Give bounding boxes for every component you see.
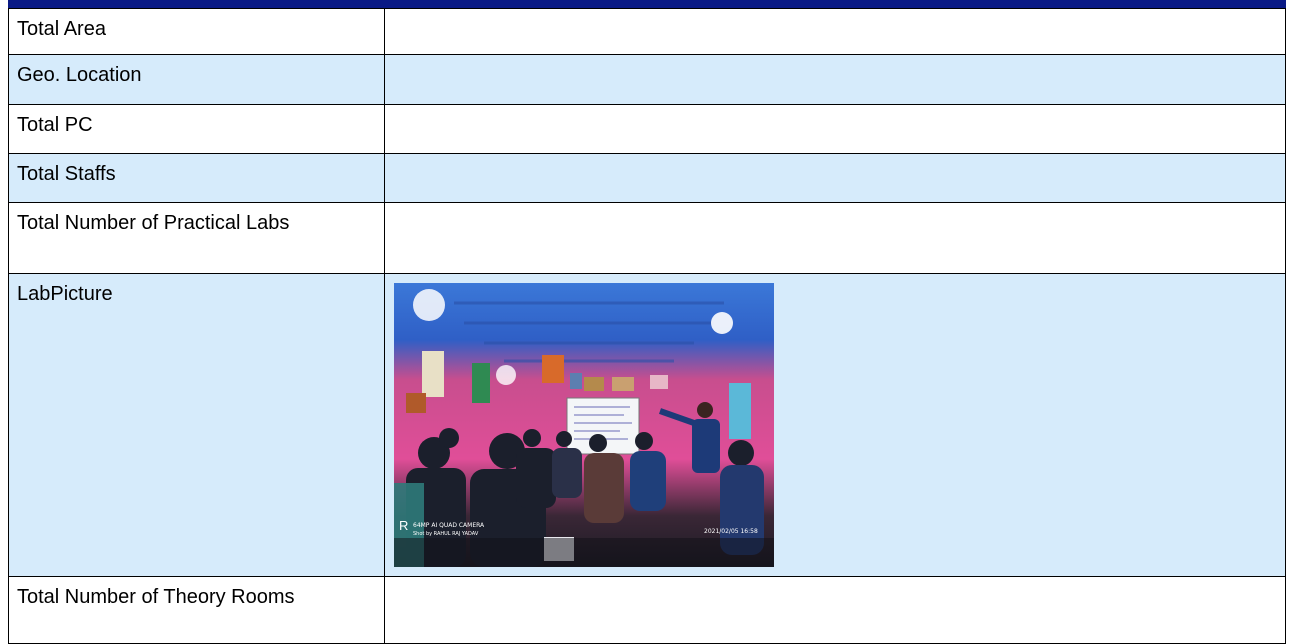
row-value-practical-labs bbox=[384, 202, 1286, 274]
row-label-total-staffs: Total Staffs bbox=[8, 153, 385, 203]
row-value-total-area bbox=[384, 8, 1286, 55]
photo-timestamp: 2021/02/05 16:58 bbox=[704, 528, 758, 535]
row-value-geo-location bbox=[384, 54, 1286, 105]
row-value-theory-rooms bbox=[384, 576, 1286, 644]
photo-watermark-line2: Shot by RAHUL RAJ YADAV bbox=[413, 531, 479, 537]
table-row: Total Number of Practical Labs bbox=[8, 202, 1286, 274]
info-table: Total Area Geo. Location Total PC Total … bbox=[8, 8, 1286, 644]
header-bar bbox=[8, 0, 1286, 8]
lab-photo: R 64MP AI QUAD CAMERA Shot by RAHUL RAJ … bbox=[394, 283, 774, 567]
row-label-lab-picture: LabPicture bbox=[8, 273, 385, 577]
table-row: Total Staffs bbox=[8, 153, 1286, 203]
row-label-theory-rooms: Total Number of Theory Rooms bbox=[8, 576, 385, 644]
row-value-total-pc bbox=[384, 104, 1286, 154]
table-row: Total PC bbox=[8, 104, 1286, 154]
table-row: LabPicture R 64MP AI QUAD CAMERA Shot by… bbox=[8, 273, 1286, 577]
row-label-practical-labs: Total Number of Practical Labs bbox=[8, 202, 385, 274]
table-row: Total Number of Theory Rooms bbox=[8, 576, 1286, 644]
page: Total Area Geo. Location Total PC Total … bbox=[0, 0, 1293, 644]
table-row: Total Area bbox=[8, 8, 1286, 55]
row-label-total-area: Total Area bbox=[8, 8, 385, 55]
row-label-geo-location: Geo. Location bbox=[8, 54, 385, 105]
camera-logo-icon: R bbox=[399, 518, 409, 533]
table-row: Geo. Location bbox=[8, 54, 1286, 105]
row-value-lab-picture: R 64MP AI QUAD CAMERA Shot by RAHUL RAJ … bbox=[384, 273, 1286, 577]
row-value-total-staffs bbox=[384, 153, 1286, 203]
row-label-total-pc: Total PC bbox=[8, 104, 385, 154]
